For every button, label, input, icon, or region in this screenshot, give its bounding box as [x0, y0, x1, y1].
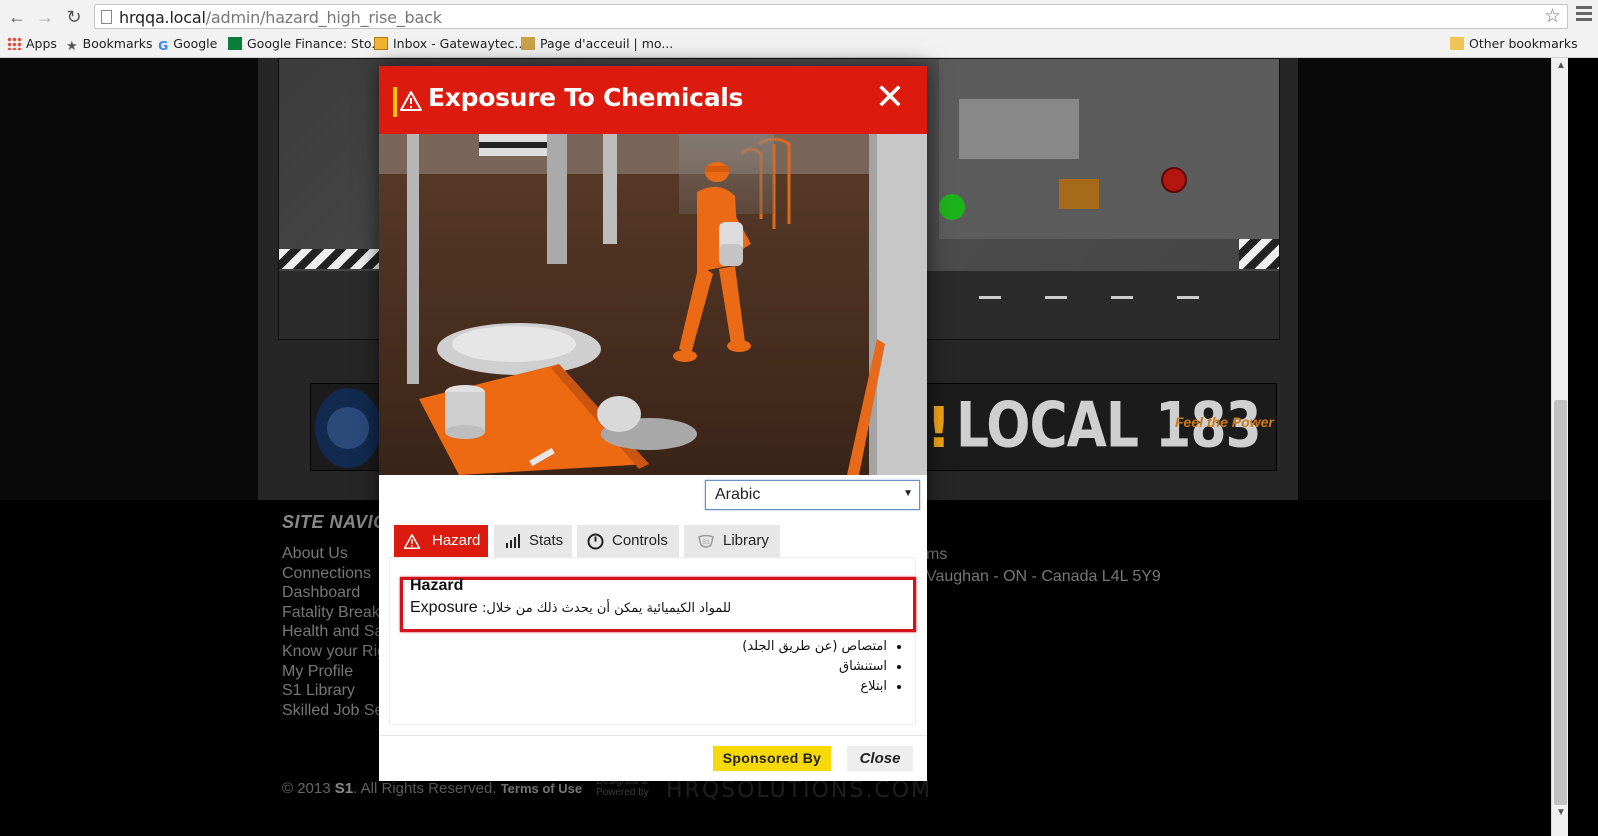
banner-tagline: Feel the Power [1175, 414, 1274, 430]
hazard-panel: Hazard Exposure للمواد الكيميائية يمكن أ… [389, 557, 916, 725]
forward-arrow-icon[interactable]: → [34, 6, 56, 28]
finance-icon [228, 37, 242, 50]
chevron-down-icon: ▼ [903, 488, 913, 499]
site-nav-library[interactable]: S1 Library [282, 681, 389, 701]
url-text: hrqqa.local/admin/hazard_high_rise_back [119, 8, 442, 27]
browser-menu-icon[interactable] [1576, 6, 1592, 24]
close-icon[interactable]: ✕ [873, 80, 907, 116]
site-nav-skilled-jobs[interactable]: Skilled Job Se [282, 701, 389, 721]
language-select[interactable]: Arabic ▼ [705, 480, 920, 510]
scrollbar-thumb[interactable] [1554, 400, 1567, 805]
list-item: امتصاص (عن طريق الجلد) [742, 637, 887, 657]
bookmark-page-accueil[interactable]: Page d'acceuil | mo... [521, 36, 673, 51]
google-icon: G [158, 38, 169, 53]
apps-grid-icon [7, 37, 21, 50]
page-icon [101, 10, 112, 24]
hazard-illustration [379, 134, 927, 475]
modal-footer: Sponsored By Close [379, 735, 927, 781]
reload-icon[interactable]: ↻ [63, 6, 85, 28]
tab-controls[interactable]: Controls [577, 525, 679, 557]
tab-library[interactable]: S1 Library [684, 525, 780, 557]
mail-icon [374, 37, 388, 50]
tab-hazard[interactable]: Hazard [394, 525, 488, 557]
site-nav-health[interactable]: Health and Sa [282, 622, 389, 642]
tab-stats-label: Stats [529, 532, 564, 549]
bookmark-inbox[interactable]: Inbox - Gatewaytec... [374, 36, 526, 51]
terms-link[interactable]: Terms of Use [501, 781, 582, 796]
copyright: © 2013 S1. All Rights Reserved. Terms of… [282, 780, 583, 797]
list-item: ابتلاع [742, 677, 887, 697]
svg-text:S1: S1 [702, 540, 710, 546]
site-icon [521, 37, 535, 50]
hazard-marker-green[interactable] [939, 194, 965, 220]
star-icon: ★ [66, 39, 78, 54]
site-nav-about[interactable]: About Us [282, 544, 389, 564]
bookmark-star-icon[interactable]: ☆ [1544, 5, 1561, 28]
tab-controls-label: Controls [612, 532, 668, 549]
bookmark-google-finance[interactable]: Google Finance: Sto... [228, 36, 383, 51]
header-accent-bar [393, 87, 397, 117]
close-button[interactable]: Close [847, 746, 913, 771]
language-select-value: Arabic [715, 486, 761, 503]
scroll-down-icon[interactable]: ▼ [1556, 807, 1566, 818]
library-shield-icon: S1 [698, 535, 714, 548]
hrq-logo[interactable]: HRQSOLUTIONS.COM [666, 778, 932, 803]
modal-header: Exposure To Chemicals ✕ [379, 66, 927, 134]
folder-icon [1450, 37, 1464, 50]
bar-chart-icon [506, 534, 520, 548]
site-nav-connections[interactable]: Connections [282, 564, 389, 584]
site-nav: About Us Connections Dashboard Fatality … [282, 544, 389, 720]
site-nav-know-rights[interactable]: Know your Rig [282, 642, 389, 662]
panel-description: Exposure للمواد الكيميائية يمكن أن يحدث … [410, 599, 732, 616]
site-nav-fatality[interactable]: Fatality Breakd [282, 603, 389, 623]
back-arrow-icon[interactable]: ← [6, 6, 28, 28]
address-bar[interactable]: hrqqa.local/admin/hazard_high_rise_back … [94, 4, 1568, 29]
union-seal-logo [315, 388, 381, 468]
footer-contact: ms Vaughan - ON - Canada L4L 5Y9 [926, 546, 1161, 585]
bookmarks-bar: Apps ★ Bookmarks G Google Google Finance: … [0, 32, 1598, 56]
bookmark-other[interactable]: Other bookmarks [1450, 36, 1578, 51]
panel-heading: Hazard [410, 577, 464, 594]
site-nav-dashboard[interactable]: Dashboard [282, 583, 389, 603]
exposure-routes-list: امتصاص (عن طريق الجلد) استنشاق ابتلاع [742, 637, 904, 697]
scroll-up-icon[interactable]: ▲ [1556, 60, 1566, 71]
hazard-modal: Exposure To Chemicals ✕ Arabic ▼ Hazard … [379, 66, 927, 781]
tab-hazard-label: Hazard [432, 532, 481, 549]
warning-icon [403, 534, 421, 549]
browser-chrome: ← → ↻ hrqqa.local/admin/hazard_high_rise… [0, 0, 1598, 58]
bookmark-google[interactable]: G Google [158, 36, 217, 53]
tab-stats[interactable]: Stats [494, 525, 572, 557]
site-nav-profile[interactable]: My Profile [282, 662, 389, 682]
site-nav-title: SITE NAVIG [282, 512, 388, 532]
hazard-marker-red[interactable] [1161, 167, 1187, 193]
tab-library-label: Library [723, 532, 769, 549]
bookmark-apps[interactable]: Apps [7, 36, 57, 51]
warning-icon [400, 91, 422, 111]
bookmark-bookmarks[interactable]: ★ Bookmarks [66, 36, 153, 54]
list-item: استنشاق [742, 657, 887, 677]
controls-gauge-icon [587, 533, 604, 550]
modal-title: Exposure To Chemicals [428, 83, 744, 112]
page-scrollbar[interactable]: ▲ ▼ [1551, 58, 1568, 836]
sponsored-by-button[interactable]: Sponsored By [713, 746, 831, 771]
